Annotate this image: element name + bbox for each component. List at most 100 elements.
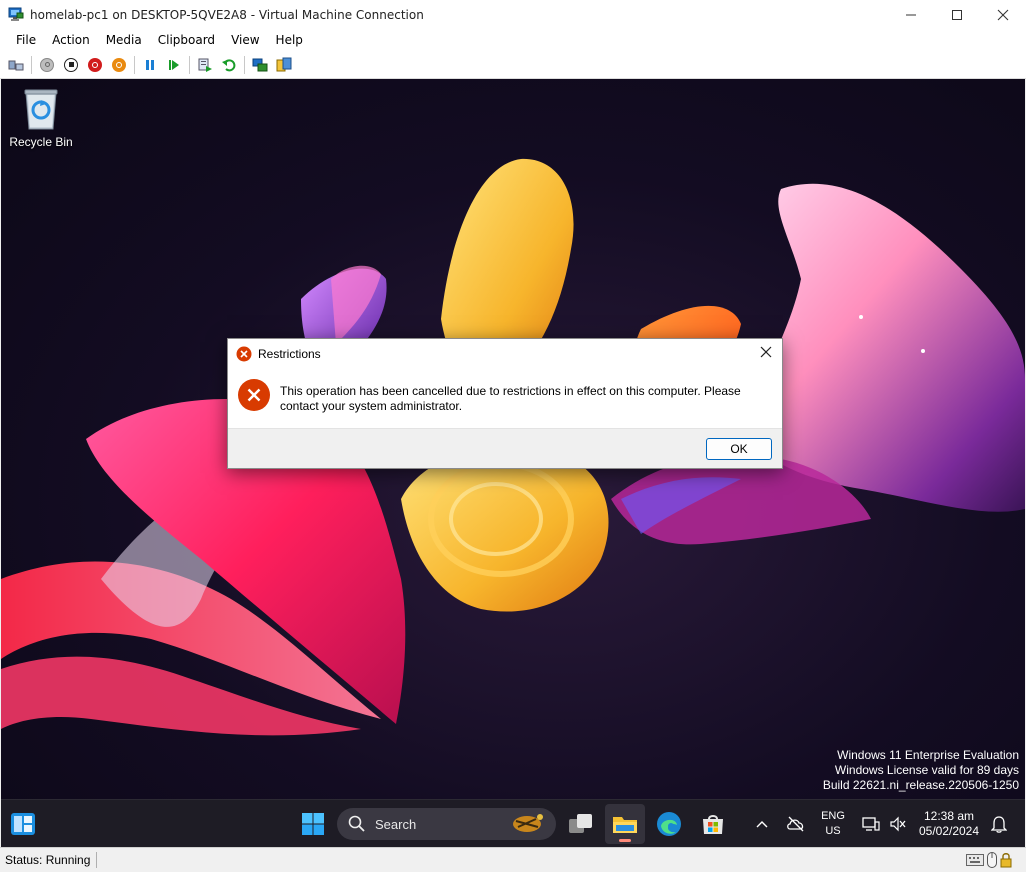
resume-button[interactable] (162, 53, 186, 77)
minimize-button[interactable] (888, 0, 934, 30)
volume-muted-icon (890, 816, 906, 832)
play-icon (169, 59, 179, 70)
toolbar-separator (31, 55, 32, 74)
pause-icon (146, 59, 154, 70)
vm-status: Status: Running (0, 852, 98, 868)
recycle-bin-label: Recycle Bin (9, 135, 73, 149)
task-view-icon (569, 814, 592, 833)
network-button[interactable] (779, 804, 813, 844)
maximize-button[interactable] (934, 0, 980, 30)
shutdown-icon (88, 57, 102, 72)
language-indicator[interactable]: ENG US (814, 809, 852, 839)
keyboard-status-icon (966, 854, 984, 866)
watermark-build: Build 22621.ni_release.220506-1250 (822, 778, 1019, 792)
ctrl-alt-del-button[interactable] (4, 53, 28, 77)
mouse-status-icon (987, 852, 997, 868)
toolbar (0, 51, 1026, 79)
save-state-icon (112, 57, 126, 72)
menu-help[interactable]: Help (268, 30, 311, 51)
toolbar-separator (244, 55, 245, 74)
lock-status-icon (1000, 853, 1012, 868)
widgets-button[interactable] (3, 804, 43, 844)
checkpoint-button[interactable] (193, 53, 217, 77)
notifications-button[interactable] (985, 804, 1013, 844)
dialog-title-bar: Restrictions (228, 339, 782, 368)
region-code: US (825, 825, 841, 837)
dialog-close-button[interactable] (758, 345, 774, 361)
taskbar: Search ENG US 12:38 am 05/02/2024 (1, 799, 1025, 847)
close-icon (760, 346, 772, 358)
store-icon (703, 815, 723, 834)
task-view-button[interactable] (561, 804, 601, 844)
cloud-offline-icon (787, 816, 804, 832)
dialog-body: This operation has been cancelled due to… (228, 368, 782, 430)
window-title: homelab-pc1 on DESKTOP-5QVE2A8 - Virtual… (30, 8, 424, 22)
edge-button[interactable] (649, 804, 689, 844)
folder-icon (613, 817, 637, 833)
clock[interactable]: 12:38 am 05/02/2024 (915, 809, 983, 839)
recycle-bin-shortcut[interactable]: Recycle Bin (7, 87, 75, 149)
menu-clipboard[interactable]: Clipboard (150, 30, 223, 51)
toolbar-separator (134, 55, 135, 74)
enhanced-session-button[interactable] (248, 53, 272, 77)
restrictions-dialog: Restrictions This operation has been can… (227, 338, 783, 469)
widgets-icon (11, 813, 35, 835)
turn-off-button[interactable] (59, 53, 83, 77)
volume-button[interactable] (884, 804, 912, 844)
stop-icon (64, 57, 78, 72)
error-large-icon (238, 379, 270, 411)
windows-logo-icon (302, 813, 324, 835)
menu-file[interactable]: File (8, 30, 44, 51)
revert-button[interactable] (217, 53, 241, 77)
save-state-button[interactable] (107, 53, 131, 77)
language-code: ENG (821, 810, 845, 822)
window-controls (888, 0, 1026, 30)
vm-screen[interactable]: Recycle Bin Restrictions This operation … (1, 79, 1025, 847)
clock-date: 05/02/2024 (918, 824, 980, 838)
status-icons (966, 852, 1012, 868)
windows-watermark: Windows 11 Enterprise Evaluation Windows… (823, 748, 1019, 793)
checkpoint-icon (198, 58, 212, 72)
menu-media[interactable]: Media (98, 30, 150, 51)
menu-action[interactable]: Action (44, 30, 98, 51)
file-explorer-button[interactable] (605, 804, 645, 844)
title-bar: homelab-pc1 on DESKTOP-5QVE2A8 - Virtual… (0, 0, 1026, 30)
search-placeholder: Search (375, 816, 417, 832)
menu-bar: File Action Media Clipboard View Help (0, 30, 1026, 51)
dialog-message: This operation has been cancelled due to… (280, 384, 741, 413)
error-icon (236, 346, 252, 361)
show-hidden-icons-button[interactable] (745, 804, 779, 844)
search-highlight-icon (513, 814, 543, 832)
start-menu-button[interactable] (293, 804, 333, 844)
minimize-icon (906, 14, 916, 16)
search-icon (348, 815, 365, 832)
toolbar-separator (189, 55, 190, 74)
vm-monitor-icon (8, 7, 24, 23)
share-button[interactable] (272, 53, 296, 77)
power-start-icon (40, 57, 54, 72)
start-button[interactable] (35, 53, 59, 77)
dialog-footer: OK (228, 428, 782, 468)
bell-icon (991, 816, 1007, 833)
enhanced-session-icon (252, 58, 268, 71)
ok-button[interactable]: OK (706, 438, 772, 460)
watermark-license: Windows License valid for 89 days (834, 763, 1019, 777)
store-button[interactable] (693, 804, 733, 844)
recycle-bin-icon (24, 89, 58, 130)
dialog-title: Restrictions (258, 346, 321, 361)
active-indicator (619, 839, 631, 842)
display-icon (862, 817, 880, 831)
share-icon (276, 57, 292, 71)
taskbar-search[interactable]: Search (337, 808, 556, 840)
clock-time: 12:38 am (923, 809, 975, 823)
status-bar: Status: Running (0, 847, 1026, 872)
close-icon (997, 9, 1009, 21)
keyboard-icon (8, 60, 24, 70)
pause-button[interactable] (138, 53, 162, 77)
maximize-icon (952, 10, 962, 20)
shut-down-button[interactable] (83, 53, 107, 77)
close-button[interactable] (980, 0, 1026, 30)
menu-view[interactable]: View (223, 30, 267, 51)
chevron-up-icon (756, 821, 768, 828)
display-button[interactable] (857, 804, 885, 844)
